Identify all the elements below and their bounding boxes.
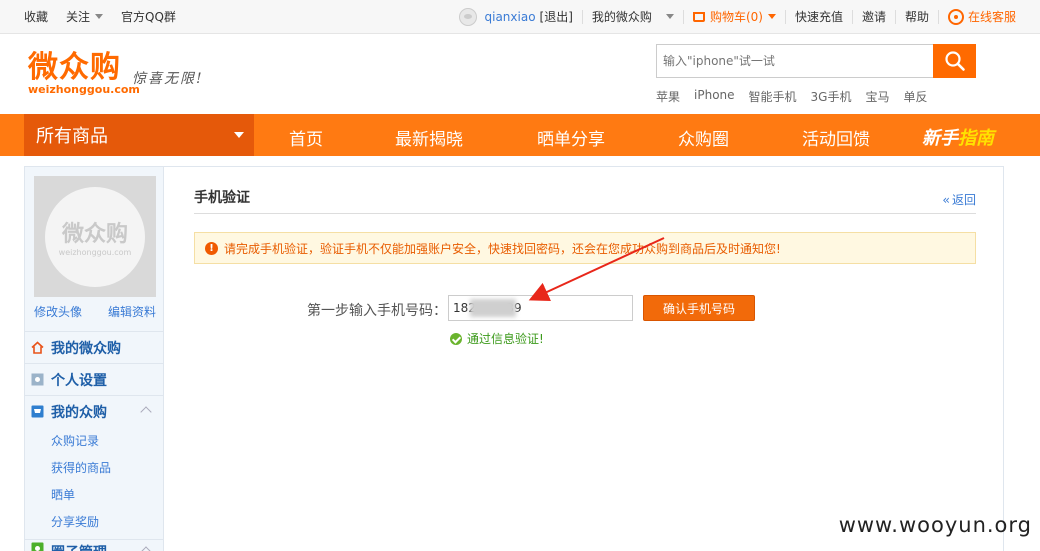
watermark: www.wooyun.org <box>838 513 1032 537</box>
title-divider <box>194 213 976 214</box>
sidebar-item-label: 我的微众购 <box>51 340 121 357</box>
cart-icon <box>31 405 44 418</box>
hot-keywords: 苹果 iPhone 智能手机 3G手机 宝马 单反 <box>656 88 942 105</box>
nav-newbie-guide[interactable]: 新手指南 <box>922 124 994 150</box>
notice-banner: ! 请完成手机验证，验证手机不仅能加强账户安全，快速找回密码，还会在您成功众购到… <box>194 232 976 264</box>
nav-group-circle[interactable]: 众购圈 <box>678 125 729 150</box>
sidebar-item-label: 个人设置 <box>51 372 107 389</box>
all-products-label: 所有商品 <box>36 126 108 147</box>
site-header: 微众购 weizhonggou.com 惊喜无限! 苹果 iPhone 智能手机… <box>0 34 1040 114</box>
favorite-link[interactable]: 收藏 <box>24 8 48 25</box>
sidebar-item-my-purchases[interactable]: 我的众购 <box>25 395 164 427</box>
verification-text: 通过信息验证! <box>467 332 544 346</box>
recharge-label: 快速充值 <box>794 10 843 24</box>
site-logo[interactable]: 微众购 weizhonggou.com <box>28 52 140 96</box>
recharge-link[interactable]: 快速充值 <box>786 9 853 24</box>
chevron-down-icon <box>234 132 244 138</box>
redacted-mask <box>470 299 516 317</box>
back-label: 返回 <box>951 193 976 207</box>
check-circle-icon <box>450 332 462 345</box>
follow-dropdown[interactable]: 关注 <box>66 8 104 25</box>
search-icon <box>944 51 965 71</box>
search-button[interactable] <box>933 44 976 78</box>
page-title: 手机验证 <box>194 190 250 206</box>
search-input[interactable] <box>656 44 934 78</box>
cart-icon <box>692 11 705 22</box>
my-account-dropdown[interactable]: 我的微众购 <box>583 9 684 24</box>
phone-step-label: 第一步输入手机号码： <box>307 303 447 319</box>
verification-status: 通过信息验证! <box>450 330 544 347</box>
nav-activity-rewards[interactable]: 活动回馈 <box>802 125 870 150</box>
top-bar: 收藏 关注 官方QQ群 qianxiao [退出] 我的微众购 购物车(0) 快… <box>0 0 1040 34</box>
hotword-link[interactable]: 智能手机 <box>749 88 797 105</box>
home-icon <box>31 341 44 354</box>
user-avatar: 微众购 weizhonggou.com <box>34 176 156 297</box>
avatar-text: 微众购 <box>61 222 128 247</box>
help-link[interactable]: 帮助 <box>896 9 939 24</box>
submenu-share-rewards[interactable]: 分享奖励 <box>51 512 164 539</box>
sidebar-menu: 我的微众购 个人设置 我的众购 众购记录 获得的商品 晒单 分享奖励 圈子管理 <box>25 331 164 551</box>
avatar-placeholder: 微众购 weizhonggou.com <box>45 186 145 287</box>
back-link[interactable]: ‹‹ 返回 <box>942 191 976 208</box>
main-nav: 所有商品 首页 最新揭晓 晒单分享 众购圈 活动回馈 新手指南 <box>0 114 1040 156</box>
hotword-link[interactable]: 3G手机 <box>811 88 852 105</box>
user-info: qianxiao [退出] <box>450 7 583 26</box>
confirm-phone-button[interactable]: 确认手机号码 <box>643 295 755 321</box>
username-link[interactable]: qianxiao <box>485 10 536 24</box>
search-box <box>656 44 976 78</box>
hotword-link[interactable]: 单反 <box>904 88 928 105</box>
qq-group-link[interactable]: 官方QQ群 <box>121 8 176 25</box>
my-account-label: 我的微众购 <box>591 10 652 24</box>
nav-share-orders[interactable]: 晒单分享 <box>537 125 605 150</box>
all-products-dropdown[interactable]: 所有商品 <box>24 114 254 156</box>
slogan: 惊喜无限! <box>132 71 204 87</box>
content-panel: 微众购 weizhonggou.com 修改头像 编辑资料 我的微众购 个人设置… <box>24 166 1004 551</box>
help-label: 帮助 <box>904 10 929 24</box>
submenu-share-orders[interactable]: 晒单 <box>51 485 164 512</box>
invite-link[interactable]: 邀请 <box>853 9 896 24</box>
online-service-link[interactable]: 在线客服 <box>939 8 1016 25</box>
change-avatar-link[interactable]: 修改头像 <box>34 303 82 320</box>
invite-label: 邀请 <box>861 10 886 24</box>
group-icon <box>31 542 44 551</box>
user-avatar-icon <box>458 7 477 26</box>
sidebar-item-label: 圈子管理 <box>51 542 107 551</box>
chevron-up-icon[interactable] <box>140 546 152 551</box>
logo-domain: weizhonggou.com <box>28 83 140 96</box>
chevron-down-icon <box>767 14 776 19</box>
double-chevron-left-icon: ‹‹ <box>942 192 949 207</box>
online-service-label: 在线客服 <box>967 10 1016 24</box>
newbie-label: 新手 <box>922 128 958 149</box>
submenu-purchase-records[interactable]: 众购记录 <box>51 431 164 458</box>
nav-latest-announced[interactable]: 最新揭晓 <box>395 125 463 150</box>
chevron-up-icon[interactable] <box>140 406 152 418</box>
cart-link[interactable]: 购物车(0) <box>684 9 786 24</box>
warning-icon: ! <box>205 241 218 255</box>
logo-text: 微众购 <box>28 50 121 85</box>
cart-label: 购物车(0) <box>709 10 763 24</box>
chevron-down-icon <box>95 14 104 19</box>
sidebar: 微众购 weizhonggou.com 修改头像 编辑资料 我的微众购 个人设置… <box>25 167 164 551</box>
chevron-down-icon <box>665 14 674 19</box>
avatar-domain: weizhonggou.com <box>58 248 132 257</box>
sidebar-item-settings[interactable]: 个人设置 <box>25 363 164 395</box>
sidebar-item-circle-management[interactable]: 圈子管理 <box>25 539 164 551</box>
logout-link[interactable]: [退出] <box>540 8 573 25</box>
guide-label: 指南 <box>958 128 994 149</box>
edit-profile-link[interactable]: 编辑资料 <box>108 303 156 320</box>
hotword-link[interactable]: 苹果 <box>656 88 680 105</box>
sidebar-submenu: 众购记录 获得的商品 晒单 分享奖励 <box>25 427 164 539</box>
follow-label: 关注 <box>66 10 91 24</box>
headset-icon <box>947 8 964 25</box>
nav-home[interactable]: 首页 <box>289 125 323 150</box>
sidebar-item-my-account[interactable]: 我的微众购 <box>25 331 164 363</box>
settings-icon <box>31 373 44 386</box>
sidebar-item-label: 我的众购 <box>51 404 107 421</box>
hotword-link[interactable]: iPhone <box>694 88 735 105</box>
submenu-won-items[interactable]: 获得的商品 <box>51 458 164 485</box>
notice-text: 请完成手机验证，验证手机不仅能加强账户安全，快速找回密码，还会在您成功众购到商品… <box>224 241 781 256</box>
profile-links: 修改头像 编辑资料 <box>34 303 156 320</box>
hotword-link[interactable]: 宝马 <box>865 88 889 105</box>
